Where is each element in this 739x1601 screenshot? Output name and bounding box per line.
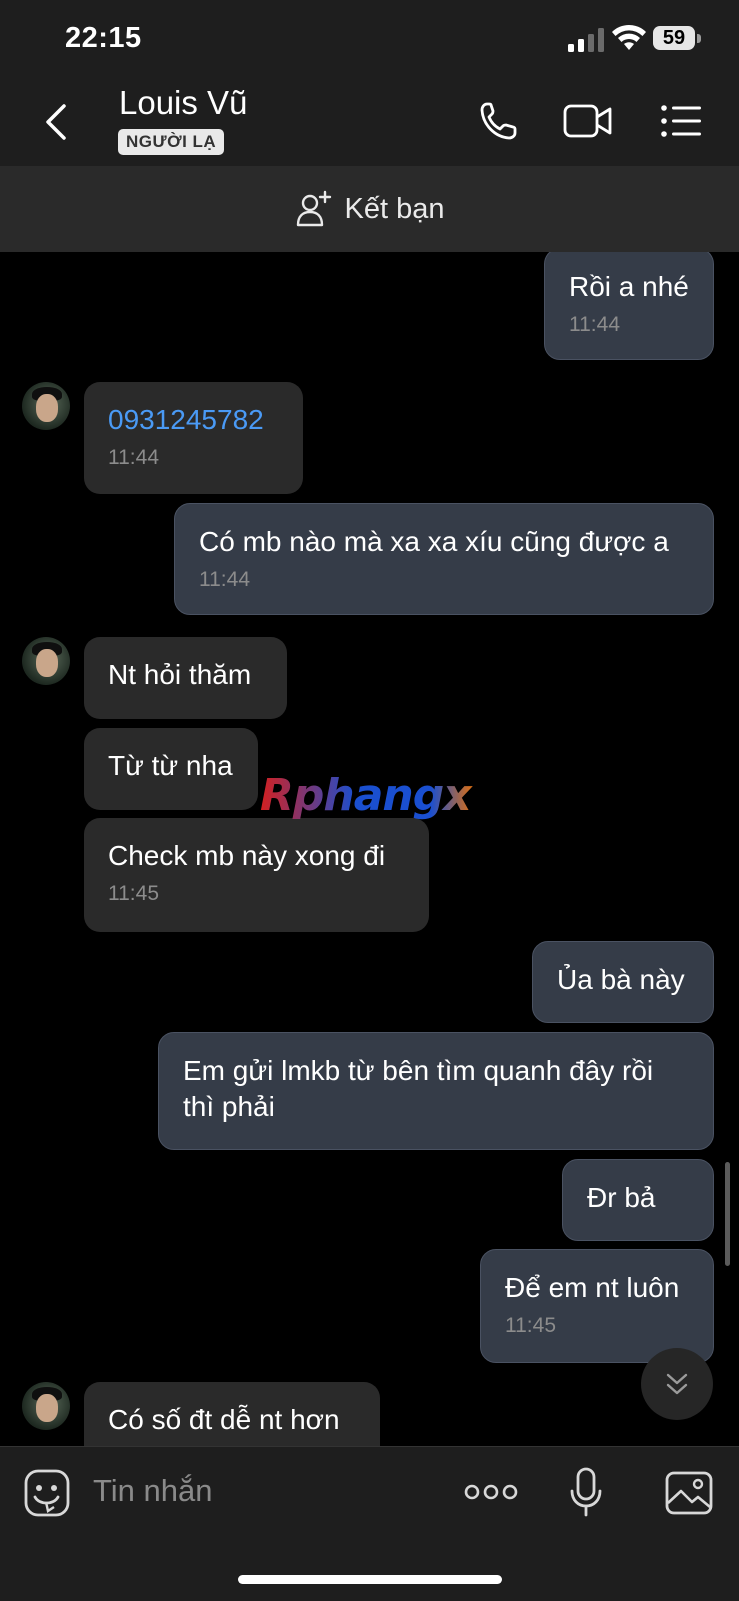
battery-level: 59 bbox=[653, 26, 695, 50]
menu-list-icon[interactable] bbox=[660, 100, 702, 142]
video-call-icon[interactable] bbox=[563, 100, 613, 142]
message-bubble-incoming[interactable]: Từ từ nha bbox=[84, 728, 258, 810]
contact-name[interactable]: Louis Vũ bbox=[119, 84, 247, 122]
message-bubble-incoming[interactable]: 0931245782 11:44 bbox=[84, 382, 303, 494]
more-icon[interactable] bbox=[464, 1481, 518, 1503]
message-text: Ủa bà này bbox=[557, 964, 685, 995]
message-text: Nt hỏi thăm bbox=[108, 659, 252, 690]
message-time: 11:44 bbox=[569, 313, 620, 336]
phone-number-link[interactable]: 0931245782 bbox=[108, 404, 264, 435]
chevron-double-down-icon bbox=[666, 1373, 688, 1395]
sticker-icon[interactable] bbox=[24, 1469, 70, 1517]
status-time: 22:15 bbox=[65, 22, 142, 54]
scrollbar[interactable] bbox=[725, 1162, 730, 1266]
message-text: Để em nt luôn bbox=[505, 1272, 680, 1303]
message-time: 11:44 bbox=[108, 446, 159, 469]
svg-text:Rphangx: Rphangx bbox=[260, 770, 473, 821]
battery-icon: 59 bbox=[653, 26, 701, 52]
avatar[interactable] bbox=[22, 1382, 70, 1430]
back-icon[interactable] bbox=[42, 102, 72, 142]
message-text: Từ từ nha bbox=[108, 750, 233, 781]
avatar[interactable] bbox=[22, 382, 70, 430]
add-friend-label: Kết bạn bbox=[344, 192, 445, 225]
message-input[interactable]: Tin nhắn bbox=[93, 1473, 213, 1509]
add-friend-bar[interactable]: Kết bạn bbox=[0, 166, 739, 252]
chat-header: Louis Vũ NGƯỜI LẠ bbox=[0, 78, 739, 166]
message-list[interactable]: Rồi a nhé 11:44 0931245782 11:44 Có mb n… bbox=[0, 252, 739, 1446]
message-time: 11:44 bbox=[199, 568, 250, 591]
message-text: Có mb nào mà xa xa xíu cũng được a bbox=[199, 526, 669, 557]
message-bubble-outgoing[interactable]: Ủa bà này bbox=[532, 941, 714, 1023]
add-friend-icon bbox=[296, 190, 331, 227]
wifi-icon bbox=[612, 24, 646, 50]
message-bubble-outgoing[interactable]: Có mb nào mà xa xa xíu cũng được a 11:44 bbox=[174, 503, 714, 615]
message-text: Rồi a nhé bbox=[569, 271, 689, 302]
message-time: 11:45 bbox=[505, 1314, 556, 1337]
message-bubble-outgoing[interactable]: Rồi a nhé 11:44 bbox=[544, 252, 714, 360]
image-icon[interactable] bbox=[665, 1471, 713, 1515]
microphone-icon[interactable] bbox=[570, 1467, 602, 1517]
message-bubble-outgoing[interactable]: Để em nt luôn 11:45 bbox=[480, 1249, 714, 1363]
signal-icon bbox=[568, 28, 604, 52]
message-text: Em gửi lmkb từ bên tìm quanh đây rồi thì… bbox=[183, 1055, 654, 1122]
message-time: 11:45 bbox=[108, 882, 159, 905]
message-text: Đr bả bbox=[587, 1182, 656, 1213]
message-bubble-incoming[interactable]: Nt hỏi thăm bbox=[84, 637, 287, 719]
phone-icon[interactable] bbox=[478, 100, 518, 142]
avatar[interactable] bbox=[22, 637, 70, 685]
scroll-to-bottom-button[interactable] bbox=[641, 1348, 713, 1420]
message-text: Check mb này xong đi bbox=[108, 840, 386, 871]
watermark-logo: Rphangx bbox=[258, 770, 483, 834]
message-bubble-incoming[interactable]: Check mb này xong đi 11:45 bbox=[84, 818, 429, 932]
message-bubble-outgoing[interactable]: Em gửi lmkb từ bên tìm quanh đây rồi thì… bbox=[158, 1032, 714, 1150]
message-bubble-outgoing[interactable]: Đr bả bbox=[562, 1159, 714, 1241]
message-bubble-incoming[interactable]: Có số đt dễ nt hơn bbox=[84, 1382, 380, 1446]
message-text: Có số đt dễ nt hơn bbox=[108, 1404, 340, 1435]
status-bar: 22:15 59 bbox=[0, 0, 739, 78]
stranger-badge: NGƯỜI LẠ bbox=[118, 129, 225, 155]
home-indicator[interactable] bbox=[238, 1575, 502, 1584]
